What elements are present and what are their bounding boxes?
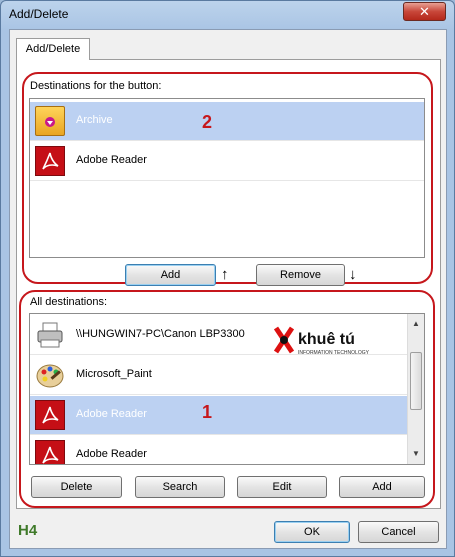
scrollbar-thumb[interactable] bbox=[410, 352, 422, 410]
all-destinations-label: All destinations: bbox=[30, 296, 108, 308]
scroll-up-icon[interactable]: ▲ bbox=[408, 316, 424, 332]
move-down-arrow-icon: ↓ bbox=[349, 266, 357, 283]
search-button[interactable]: Search bbox=[135, 476, 225, 498]
annotation-marker-1: 1 bbox=[202, 402, 213, 422]
list-item[interactable]: Adobe Reader bbox=[30, 142, 424, 181]
delete-button[interactable]: Delete bbox=[31, 476, 122, 498]
paint-palette-icon bbox=[35, 360, 65, 390]
adobe-reader-icon bbox=[35, 440, 65, 464]
list-item-label: Adobe Reader bbox=[76, 154, 147, 166]
printer-icon bbox=[35, 320, 65, 350]
cancel-button[interactable]: Cancel bbox=[358, 521, 439, 543]
svg-text:INFORMATION TECHNOLOGY: INFORMATION TECHNOLOGY bbox=[298, 350, 370, 356]
remove-button[interactable]: Remove bbox=[256, 264, 345, 286]
adobe-reader-icon bbox=[35, 400, 65, 430]
list-item[interactable]: Microsoft_Paint bbox=[30, 356, 424, 395]
list-item-label: Adobe Reader bbox=[76, 408, 147, 420]
figure-tag: H4 bbox=[18, 522, 38, 539]
button-destinations-list[interactable]: Archive Adobe Reader bbox=[29, 98, 425, 258]
annotation-marker-2: 2 bbox=[202, 112, 213, 132]
list-item-label: Microsoft_Paint bbox=[76, 368, 152, 380]
move-up-arrow-icon: ↑ bbox=[221, 266, 229, 283]
tab-add-delete[interactable]: Add/Delete bbox=[16, 38, 90, 60]
list-item-label: Adobe Reader bbox=[76, 448, 147, 460]
button-destinations-label: Destinations for the button: bbox=[30, 80, 162, 92]
ok-button[interactable]: OK bbox=[274, 521, 350, 543]
close-button[interactable]: ✕ bbox=[403, 2, 446, 21]
list-item-label: Archive bbox=[76, 114, 113, 126]
window-title: Add/Delete bbox=[9, 7, 69, 21]
list-item[interactable]: Adobe Reader bbox=[30, 396, 408, 435]
list-item[interactable]: Archive bbox=[30, 102, 424, 141]
edit-button[interactable]: Edit bbox=[237, 476, 327, 498]
list-item-label: \\HUNGWIN7-PC\Canon LBP3300 bbox=[76, 328, 245, 340]
archive-folder-icon bbox=[35, 106, 65, 136]
scroll-down-icon[interactable]: ▼ bbox=[408, 446, 424, 462]
list-scrollbar[interactable]: ▲ ▼ bbox=[407, 314, 424, 464]
list-item[interactable]: Adobe Reader bbox=[30, 436, 424, 464]
add-to-button-list-button[interactable]: Add bbox=[125, 264, 216, 286]
add-button[interactable]: Add bbox=[339, 476, 425, 498]
adobe-reader-icon bbox=[35, 146, 65, 176]
svg-text:khuê tú: khuê tú bbox=[298, 331, 355, 348]
khue-tu-watermark-logo: khuê tú INFORMATION TECHNOLOGY bbox=[272, 324, 382, 360]
title-bar[interactable]: Add/Delete ✕ bbox=[1, 1, 454, 29]
